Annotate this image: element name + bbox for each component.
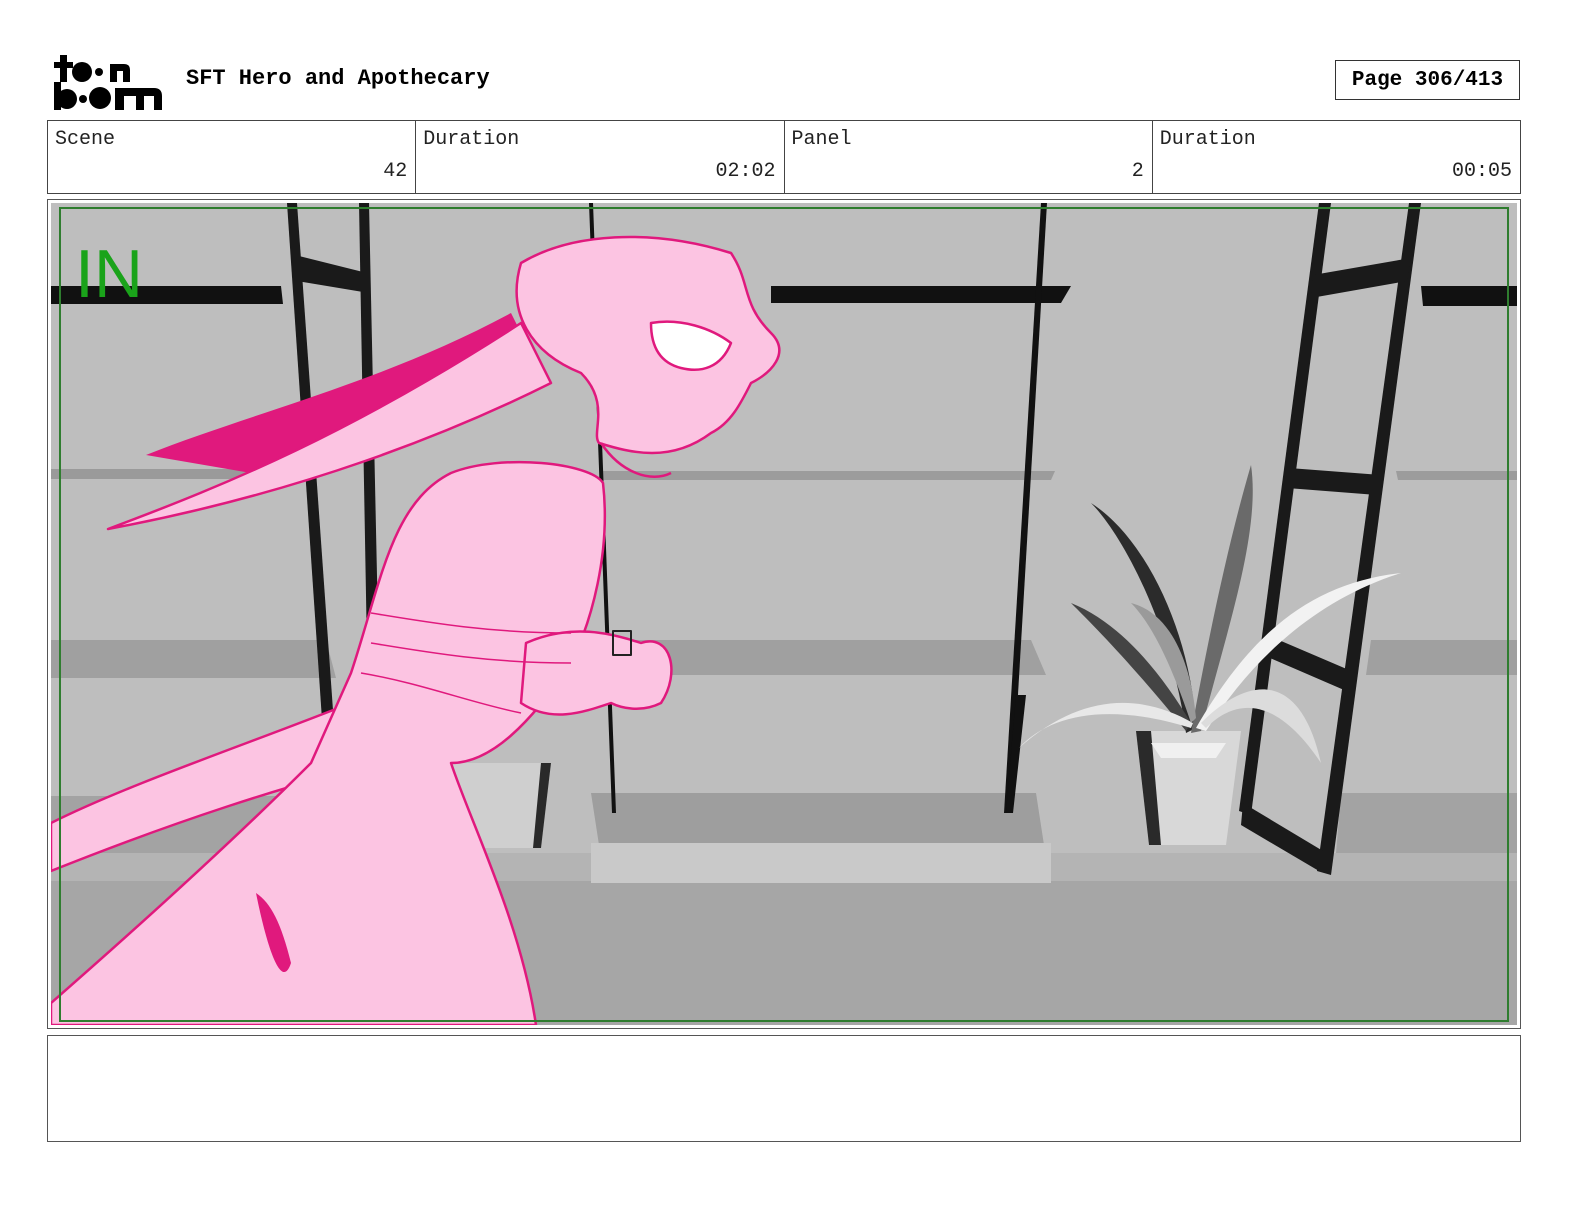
info-row: Scene 42 Duration 02:02 Panel 2 Duration… <box>47 120 1521 194</box>
panel-label: Panel <box>791 128 852 151</box>
in-marker: IN <box>75 236 143 312</box>
document-title: SFT Hero and Apothecary <box>186 66 490 91</box>
shelf-top-right <box>1421 286 1517 306</box>
storyboard-panel: IN <box>47 199 1521 1029</box>
scene-label: Scene <box>55 128 116 151</box>
toon-boom-logo <box>52 52 164 112</box>
panel-value: 2 <box>1131 160 1144 183</box>
shelf-top-center <box>771 286 1071 303</box>
page-number: Page 306/413 <box>1335 60 1520 100</box>
panel-cell: Panel 2 <box>785 121 1153 193</box>
panel-duration-value: 00:05 <box>1451 160 1512 183</box>
scene-duration-value: 02:02 <box>715 160 776 183</box>
scene-value: 42 <box>383 160 408 183</box>
notes-box <box>47 1035 1521 1142</box>
scene-duration-label: Duration <box>423 128 520 151</box>
panel-artwork: IN <box>51 203 1517 1025</box>
panel-duration-label: Duration <box>1159 128 1256 151</box>
panel-duration-cell: Duration 00:05 <box>1153 121 1520 193</box>
scene-duration-cell: Duration 02:02 <box>416 121 785 193</box>
scene-cell: Scene 42 <box>48 121 417 193</box>
